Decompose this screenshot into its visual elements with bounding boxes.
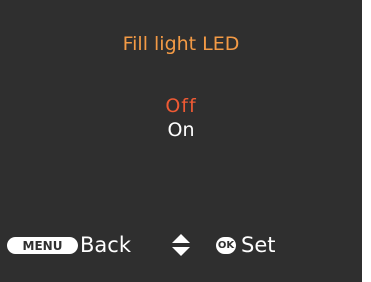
option-on[interactable]: On — [0, 118, 362, 142]
back-label: Back — [80, 233, 131, 257]
button-guide-bar: MENU Back OK Set — [0, 232, 362, 258]
menu-title: Fill light LED — [122, 33, 240, 55]
set-label: Set — [241, 233, 276, 257]
camera-menu-screen: Fill light LED Off On MENU Back OK Set — [0, 0, 362, 282]
menu-button-icon: MENU — [7, 237, 78, 254]
option-list: Off On — [0, 94, 362, 142]
option-off[interactable]: Off — [0, 94, 362, 118]
up-down-arrow-icon — [172, 234, 190, 256]
ok-button-icon: OK — [216, 237, 236, 254]
